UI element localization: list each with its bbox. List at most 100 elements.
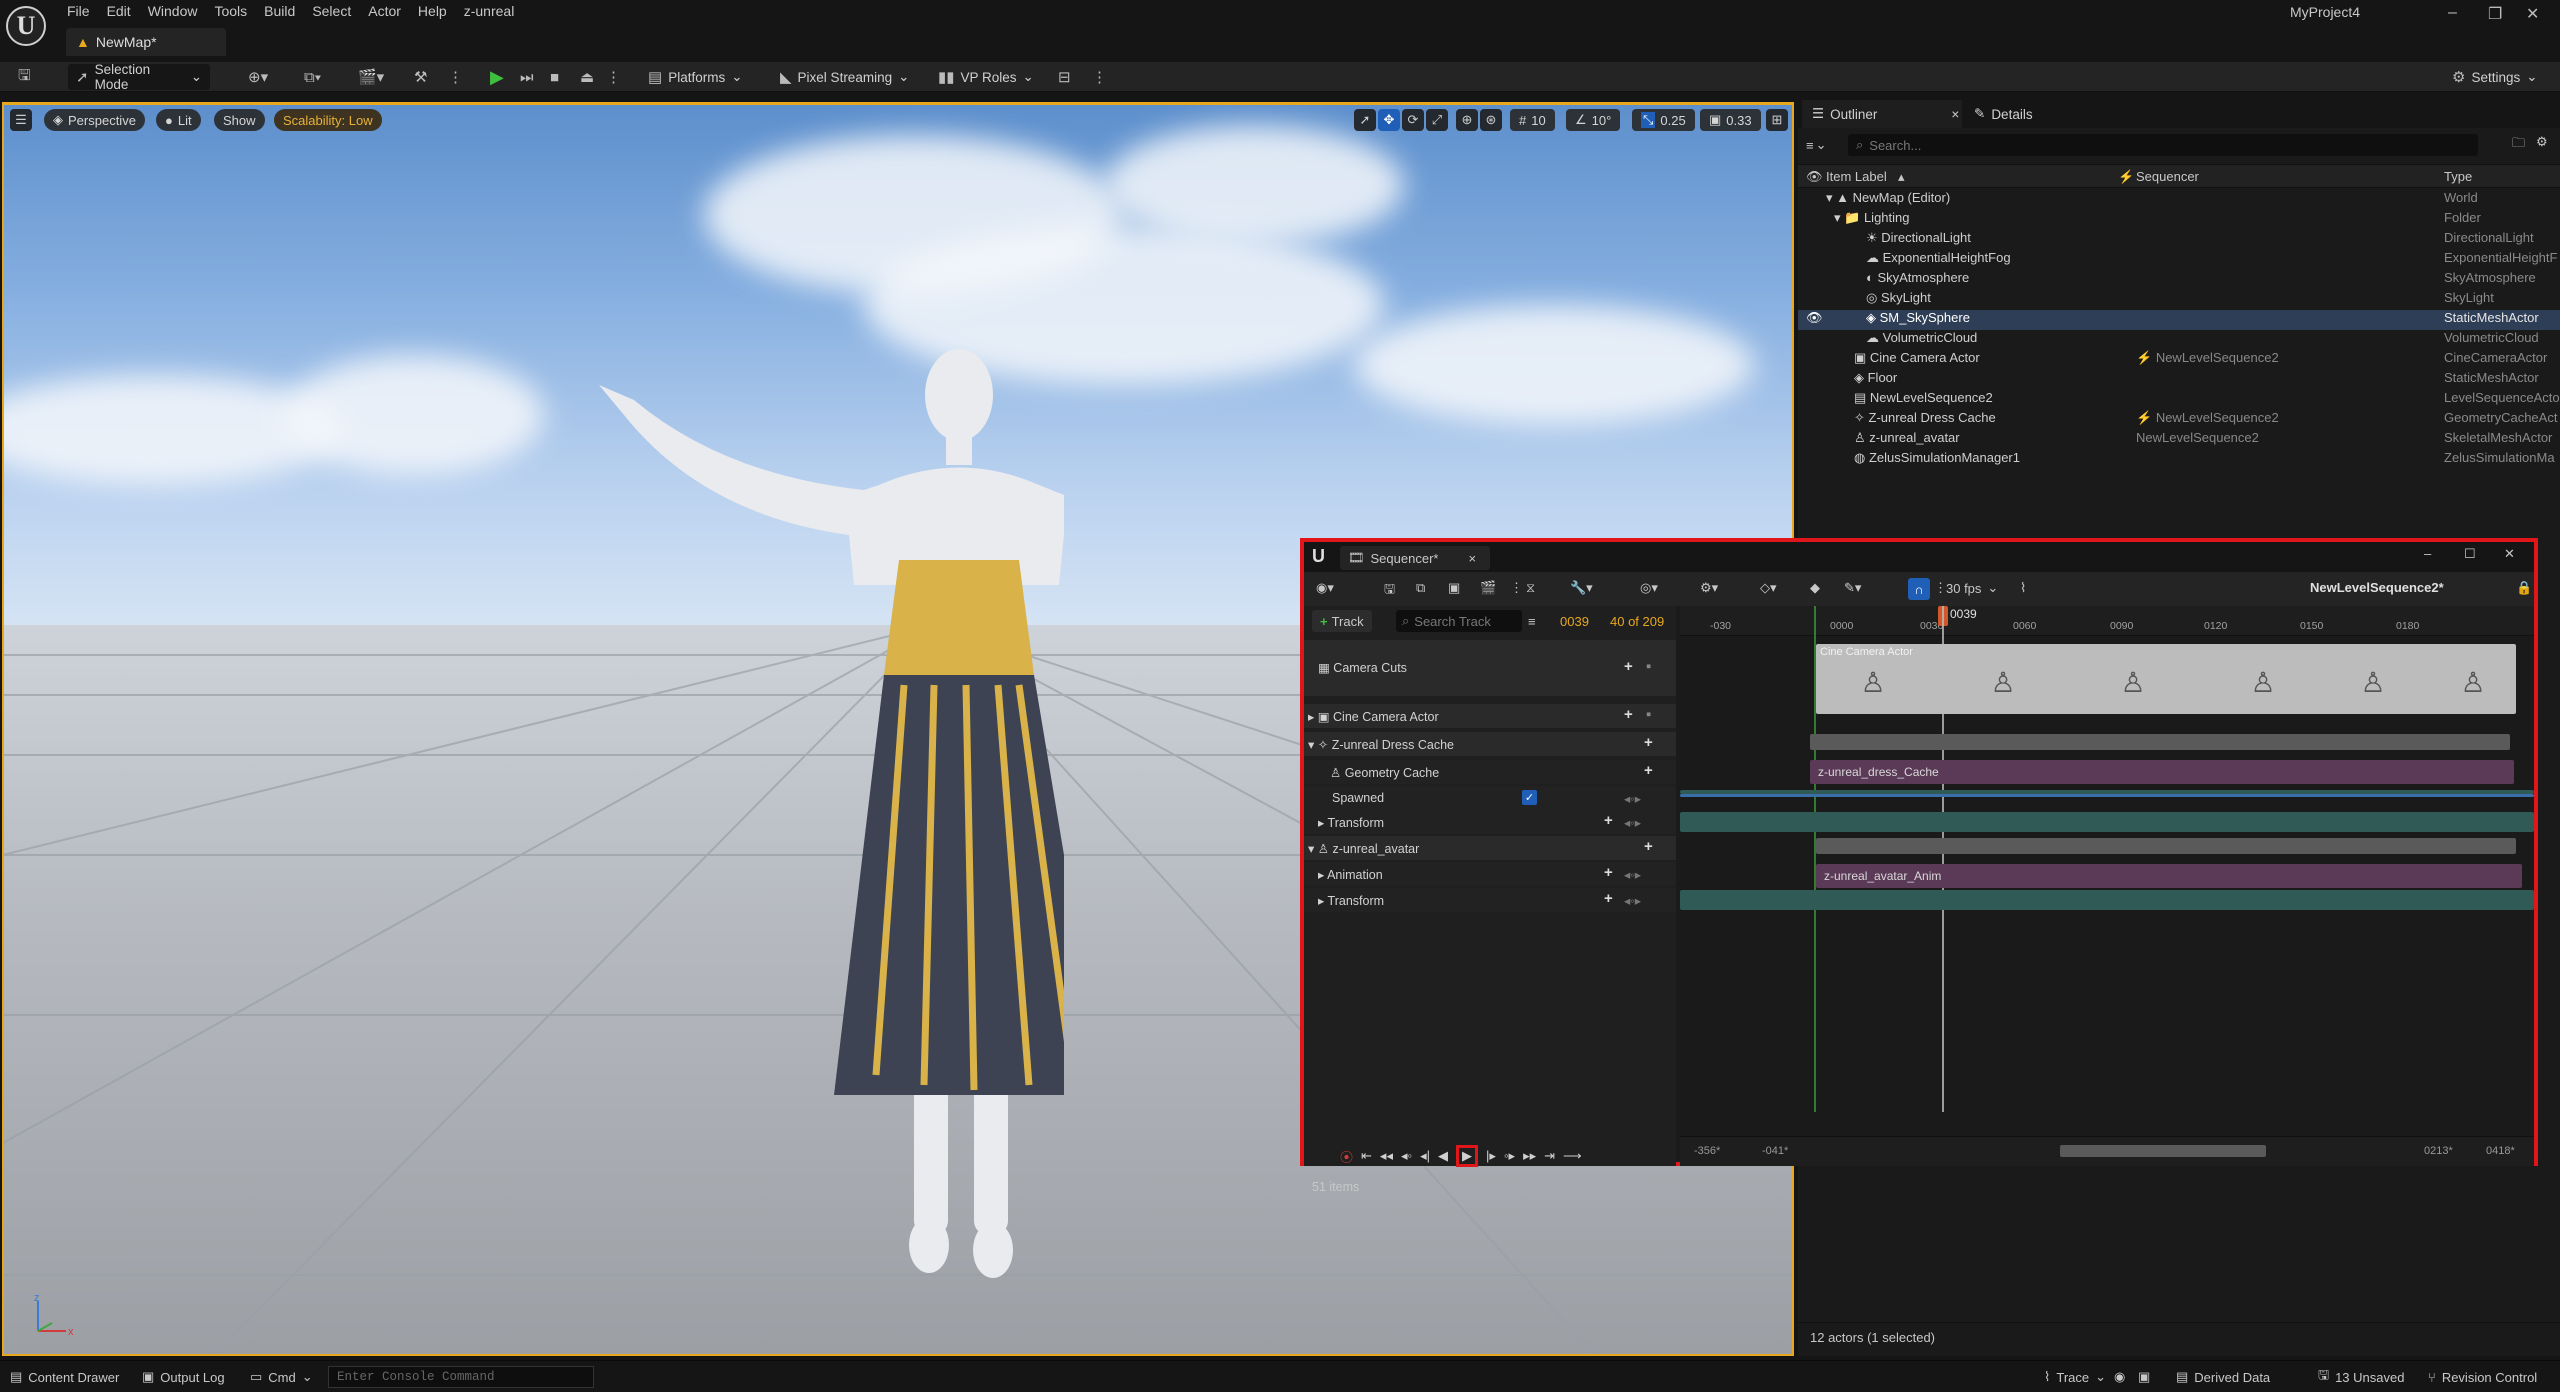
trace-button[interactable]: ⌇ Trace ⌄: [2044, 1361, 2106, 1392]
camera-icon[interactable]: ▣: [1448, 580, 1460, 596]
outliner-row[interactable]: ◈ Floor StaticMeshActor: [1798, 370, 2560, 390]
outliner-row[interactable]: ▾ 📁 Lighting Folder: [1798, 210, 2560, 230]
vp-roles-button[interactable]: ▮▮ VP Roles ⌄: [930, 64, 1042, 90]
track-transform[interactable]: ▸ Transform + ◂◦▸: [1304, 810, 1676, 834]
pixel-streaming-button[interactable]: ◣ Pixel Streaming ⌄: [772, 64, 917, 90]
outliner-row[interactable]: ♙ z-unreal_avatar NewLevelSequence2 Skelet…: [1798, 430, 2560, 450]
save-as-icon[interactable]: ⧉: [1416, 580, 1425, 596]
key-nav-icon[interactable]: ◂◦▸: [1624, 867, 1641, 882]
track-dress-cache[interactable]: ▾ ✧ Z-unreal Dress Cache +: [1304, 732, 1676, 756]
track-spawned[interactable]: Spawned ✓ ◂◦▸: [1304, 786, 1676, 810]
step-forward-frame-icon[interactable]: |▸: [1486, 1148, 1496, 1164]
add-icon[interactable]: +: [1604, 812, 1613, 829]
step-forward-key-icon[interactable]: ◦▸: [1504, 1148, 1515, 1164]
play-options-icon[interactable]: ⋮: [598, 64, 629, 90]
outliner-row[interactable]: ☁ VolumetricCloud VolumetricCloud: [1798, 330, 2560, 350]
world-icon[interactable]: ◉▾: [1316, 580, 1334, 596]
screenshot-icon[interactable]: ▣: [2138, 1361, 2150, 1392]
perspective-button[interactable]: ◈ Perspective: [44, 109, 145, 131]
minimize-icon[interactable]: –: [2424, 546, 2431, 561]
record-icon[interactable]: ◉: [2114, 1361, 2125, 1392]
build-icon[interactable]: ⚒: [406, 64, 435, 90]
eye-icon[interactable]: 👁: [1806, 169, 1823, 185]
tab-outliner[interactable]: ☰ Outliner ×: [1802, 100, 1962, 128]
more-options-icon[interactable]: ⋮: [440, 64, 471, 90]
next-key-icon[interactable]: ▸▸: [1523, 1148, 1536, 1164]
outliner-row[interactable]: ◐ SkyAtmosphere SkyAtmosphere: [1798, 270, 2560, 290]
select-tool-icon[interactable]: ➚: [1354, 109, 1376, 131]
scale-tool-icon[interactable]: ⤢: [1426, 109, 1448, 131]
track-avatar[interactable]: ▾ ♙ z-unreal_avatar +: [1304, 836, 1676, 860]
derived-data-button[interactable]: ▤ Derived Data: [2176, 1361, 2270, 1392]
add-icon[interactable]: +: [1604, 864, 1613, 881]
close-icon[interactable]: ×: [1951, 107, 1959, 122]
animation-clip[interactable]: z-unreal_avatar_Anim: [1816, 864, 2522, 888]
add-folder-icon[interactable]: 🗀: [2512, 134, 2525, 156]
play-forward-button[interactable]: ▶: [1456, 1145, 1479, 1167]
spawned-checkbox[interactable]: ✓: [1522, 790, 1537, 805]
menu-z-unreal[interactable]: z-unreal: [459, 0, 527, 22]
jump-to-start-icon[interactable]: ⇤: [1361, 1148, 1372, 1164]
output-log-button[interactable]: ▣ Output Log: [142, 1361, 225, 1392]
edit-pencil-icon[interactable]: ✎▾: [1844, 580, 1861, 596]
timeline-scrollbar[interactable]: [2060, 1145, 2266, 1157]
menu-file[interactable]: File: [62, 0, 102, 22]
rotate-tool-icon[interactable]: ⟳: [1402, 109, 1424, 131]
close-icon[interactable]: ✕: [2526, 4, 2539, 24]
add-icon[interactable]: +: [1644, 762, 1653, 779]
maximize-icon[interactable]: ☐: [2464, 546, 2476, 562]
avatar-transform-bar[interactable]: [1680, 890, 2534, 910]
filter-button[interactable]: ≡ ⌄: [1806, 134, 1827, 156]
outliner-row[interactable]: ▤ NewLevelSequence2 LevelSequenceActo: [1798, 390, 2560, 410]
outliner-search-input[interactable]: ⌕ Search...: [1848, 134, 2478, 156]
range-start-out[interactable]: -356*: [1694, 1145, 1720, 1157]
revision-control-button[interactable]: ⑂ Revision Control: [2428, 1361, 2537, 1392]
camera-cut-clip[interactable]: Cine Camera Actor ♙ ♙ ♙ ♙ ♙ ♙: [1816, 644, 2516, 714]
render-icon[interactable]: 🎬: [1480, 580, 1496, 596]
hamburger-menu-icon[interactable]: ☰: [10, 109, 32, 131]
outliner-row[interactable]: ◍ ZelusSimulationManager1 ZelusSimulation…: [1798, 450, 2560, 470]
range-end-in[interactable]: 0213*: [2424, 1145, 2453, 1157]
viewport-layout-icon[interactable]: ⊞: [1766, 109, 1788, 131]
surface-snap-icon[interactable]: ⊛: [1480, 109, 1502, 131]
time-ruler[interactable]: -030 0000 0030 0060 0090 0120 0150 0180 …: [1680, 606, 2534, 636]
track-transform[interactable]: ▸ Transform + ◂◦▸: [1304, 888, 1676, 912]
more-options-icon[interactable]: ⋮: [1084, 64, 1115, 90]
console-input[interactable]: Enter Console Command: [328, 1366, 594, 1388]
outliner-row[interactable]: ▣ Cine Camera Actor ⚡ NewLevelSequence2 Ci…: [1798, 350, 2560, 370]
platforms-button[interactable]: ▤ Platforms ⌄: [640, 64, 751, 90]
save-icon[interactable]: 🖫: [10, 64, 39, 90]
play-settings-icon[interactable]: ⚙▾: [1700, 580, 1718, 596]
record-icon[interactable]: ⊟: [1050, 64, 1079, 90]
key-nav-icon[interactable]: ◂◦▸: [1624, 815, 1641, 830]
add-icon[interactable]: +: [1604, 890, 1613, 907]
stop-icon[interactable]: ■: [542, 64, 567, 90]
unsaved-button[interactable]: 🖫 13 Unsaved: [2318, 1361, 2404, 1392]
minimize-icon[interactable]: –: [2448, 4, 2457, 22]
camera-lock-icon[interactable]: ▪: [1646, 658, 1651, 675]
fps-dropdown[interactable]: 30 fps ⌄: [1946, 580, 1998, 596]
outliner-row[interactable]: ☁ ExponentialHeightFog ExponentialHeightF: [1798, 250, 2560, 270]
curve-editor-icon[interactable]: ⧖: [1526, 580, 1535, 596]
save-icon[interactable]: 🖫: [1384, 580, 1395, 602]
filter-icon[interactable]: ≡: [1528, 614, 1536, 629]
autokey-icon[interactable]: ◆: [1810, 580, 1820, 596]
cinematics-icon[interactable]: 🎬▾: [350, 64, 392, 90]
range-end-out[interactable]: 0418*: [2486, 1145, 2515, 1157]
menu-select[interactable]: Select: [307, 0, 363, 22]
menu-help[interactable]: Help: [413, 0, 459, 22]
track-geometry-cache[interactable]: ♙ Geometry Cache +: [1304, 760, 1676, 784]
outliner-row[interactable]: ✧ Z-unreal Dress Cache ⚡ NewLevelSequence…: [1798, 410, 2560, 430]
translate-tool-icon[interactable]: ✥: [1378, 109, 1400, 131]
outliner-row[interactable]: ☀ DirectionalLight DirectionalLight: [1798, 230, 2560, 250]
previous-key-icon[interactable]: ◂◂: [1380, 1148, 1393, 1164]
col-sequencer[interactable]: Sequencer: [2136, 169, 2199, 184]
add-icon[interactable]: +: [1644, 838, 1653, 855]
outliner-row[interactable]: ◎ SkyLight SkyLight: [1798, 290, 2560, 310]
avatar-bar[interactable]: [1816, 838, 2516, 854]
track-cine-camera-actor[interactable]: ▸ ▣ Cine Camera Actor + ▪: [1304, 704, 1676, 728]
col-item-label[interactable]: Item Label: [1826, 169, 1887, 184]
add-track-button[interactable]: + Track: [1312, 610, 1372, 632]
outliner-row[interactable]: ▾ ▲ NewMap (Editor) World: [1798, 190, 2560, 210]
track-camera-cuts[interactable]: ▦ Camera Cuts + ▪: [1304, 640, 1676, 696]
